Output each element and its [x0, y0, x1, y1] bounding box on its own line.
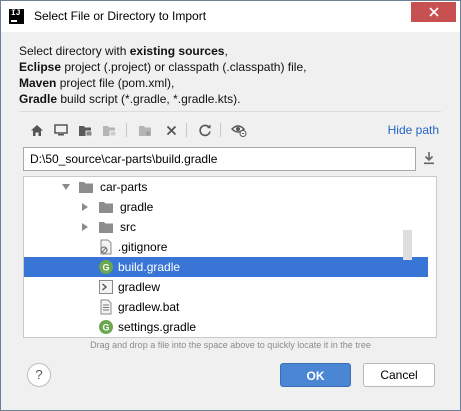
svg-text:G: G: [102, 323, 109, 333]
drag-drop-hint: Drag and drop a file into the space abov…: [90, 340, 371, 350]
tree-item-car-parts[interactable]: car-parts: [24, 177, 428, 197]
tree-item-gradlew[interactable]: gradlew: [24, 277, 428, 297]
toolbar-separator: [186, 123, 187, 137]
download-button[interactable]: [422, 151, 438, 167]
tree-item-src-folder[interactable]: src: [24, 217, 428, 237]
tree-scrollbar-thumb[interactable]: [403, 230, 412, 260]
toolbar-separator: [220, 123, 221, 137]
close-icon: [428, 7, 439, 17]
tree-item-label: settings.gradle: [118, 320, 197, 334]
refresh-button[interactable]: [196, 121, 214, 139]
refresh-icon: [199, 124, 211, 137]
tree-item-settings-gradle[interactable]: G settings.gradle: [24, 317, 428, 337]
desktop-icon: [54, 124, 68, 136]
folder-icon: [79, 182, 93, 193]
tree-item-label: build.gradle: [118, 260, 181, 274]
hide-path-link[interactable]: Hide path: [388, 123, 439, 137]
title-bar[interactable]: IJ Select File or Directory to Import: [1, 1, 460, 32]
new-folder-icon: [138, 125, 151, 136]
script-file-icon: [99, 280, 113, 294]
tree-item-gradlew-bat[interactable]: gradlew.bat: [24, 297, 428, 317]
description: Select directory with existing sources, …: [19, 44, 307, 106]
close-button[interactable]: [411, 2, 456, 22]
divider: [19, 111, 441, 112]
help-button[interactable]: ?: [27, 363, 51, 387]
tree-item-label: src: [120, 220, 136, 234]
delete-button[interactable]: [162, 121, 180, 139]
tree-item-label: car-parts: [100, 180, 148, 194]
tree-item-gradle-folder[interactable]: gradle: [24, 197, 428, 217]
tree-item-label: gradlew.bat: [118, 300, 180, 314]
toolbar-separator: [126, 123, 127, 137]
delete-icon: [166, 125, 176, 135]
home-icon: [31, 124, 43, 136]
gradle-file-icon: G: [99, 320, 113, 334]
svg-text:G: G: [102, 263, 109, 273]
gradle-file-icon: G: [99, 260, 113, 274]
path-input[interactable]: [23, 147, 416, 171]
expand-arrow-icon[interactable]: [82, 203, 88, 211]
show-hidden-button[interactable]: [230, 121, 248, 139]
tree-item-label: gradle: [120, 200, 154, 214]
show-hidden-icon: [231, 125, 247, 137]
home-button[interactable]: [28, 121, 46, 139]
intellij-app-icon: IJ: [9, 9, 24, 24]
folder-icon: [99, 222, 113, 233]
text-file-icon: [100, 299, 112, 315]
module-folder-icon: [102, 125, 116, 136]
file-tree[interactable]: car-parts gradle src .gitignore G build.…: [23, 176, 437, 338]
tree-item-gitignore[interactable]: .gitignore: [24, 237, 428, 257]
folder-icon: [99, 202, 113, 213]
toolbar: [22, 117, 442, 143]
tree-item-build-gradle[interactable]: G build.gradle: [24, 257, 428, 277]
ignore-file-icon: [100, 239, 112, 255]
project-folder-icon: [78, 125, 92, 136]
new-folder-button[interactable]: [136, 121, 154, 139]
tree-item-label: gradlew: [118, 280, 161, 294]
desktop-button[interactable]: [52, 121, 70, 139]
download-icon: [424, 152, 434, 165]
module-folder-button[interactable]: [100, 121, 118, 139]
expand-arrow-icon[interactable]: [82, 223, 88, 231]
tree-item-label: .gitignore: [118, 240, 168, 254]
expand-arrow-icon[interactable]: [62, 184, 70, 190]
window-title: Select File or Directory to Import: [34, 9, 207, 23]
cancel-button[interactable]: Cancel: [363, 363, 435, 387]
ok-button[interactable]: OK: [280, 363, 351, 387]
project-folder-button[interactable]: [76, 121, 94, 139]
